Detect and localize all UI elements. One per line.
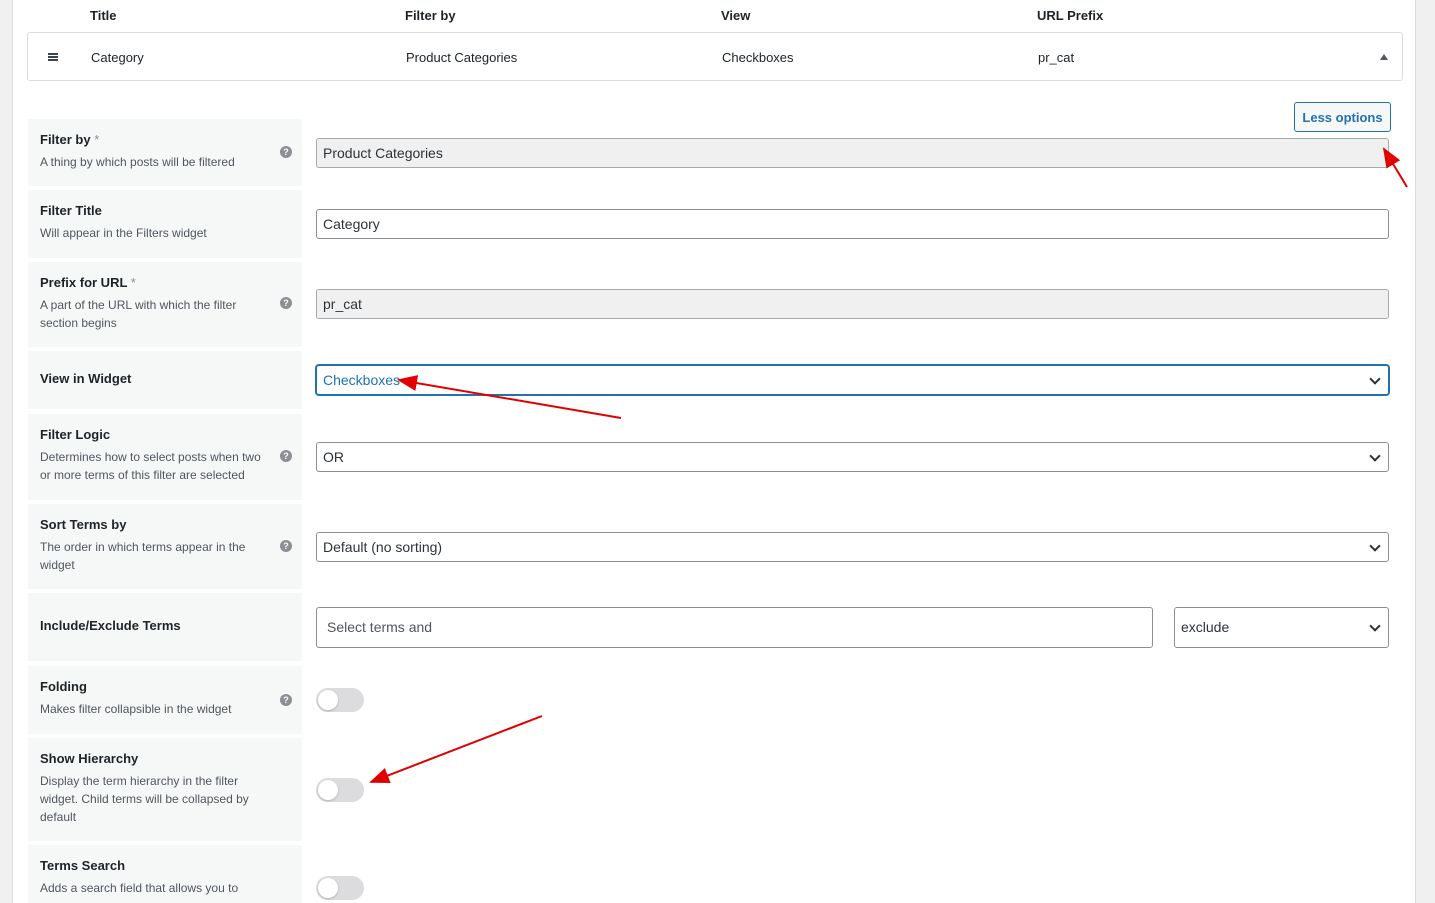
view-in-widget-value: Checkboxes (323, 372, 401, 388)
drag-handle-icon[interactable] (48, 53, 58, 61)
terms-search-label: Terms Search Adds a search field that al… (28, 845, 302, 903)
include-exclude-mode-select[interactable]: exclude (1174, 607, 1389, 648)
row-title: Category (91, 50, 144, 65)
sort-terms-desc: The order in which terms appear in the w… (40, 540, 246, 572)
help-icon[interactable]: ? (280, 297, 292, 309)
scrollbar-track[interactable] (1417, 0, 1435, 903)
filter-by-title: Filter by (40, 132, 91, 147)
filter-row-category[interactable]: Category Product Categories Checkboxes p… (27, 32, 1403, 81)
row-url-prefix: pr_cat (1038, 50, 1075, 65)
prefix-label: Prefix for URL * A part of the URL with … (28, 262, 302, 347)
required-mark: * (130, 275, 136, 290)
help-icon[interactable]: ? (280, 146, 292, 158)
include-exclude-label: Include/Exclude Terms (28, 593, 302, 661)
filter-title-desc: Will appear in the Filters widget (40, 226, 207, 240)
view-in-widget-label: View in Widget (28, 351, 302, 409)
header-url-prefix: URL Prefix (1037, 8, 1104, 23)
folding-toggle[interactable] (316, 688, 364, 712)
sort-terms-value: Default (no sorting) (323, 539, 443, 555)
row-view: Checkboxes (722, 50, 794, 65)
chevron-down-icon (1369, 373, 1381, 385)
help-icon[interactable]: ? (280, 450, 292, 462)
filter-logic-title: Filter Logic (40, 427, 111, 442)
chevron-down-icon (1369, 540, 1381, 552)
required-mark: * (94, 132, 100, 147)
include-exclude-title: Include/Exclude Terms (40, 618, 181, 633)
filter-by-label: Filter by * A thing by which posts will … (28, 119, 302, 186)
filter-title-title: Filter Title (40, 203, 102, 218)
prefix-desc: A part of the URL with which the filter … (40, 298, 237, 330)
filter-logic-select[interactable]: OR (316, 442, 1389, 472)
sort-terms-title: Sort Terms by (40, 517, 127, 532)
view-in-widget-select[interactable]: Checkboxes (316, 365, 1389, 395)
header-title: Title (90, 8, 117, 23)
folding-label: Folding Makes filter collapsible in the … (28, 666, 302, 734)
terms-search-desc: Adds a search field that allows you to (40, 881, 239, 895)
view-in-widget-title: View in Widget (40, 371, 132, 386)
folding-desc: Makes filter collapsible in the widget (40, 702, 232, 716)
collapse-caret-icon[interactable] (1380, 54, 1388, 60)
filters-table-header: Title Filter by View URL Prefix (13, 0, 1415, 32)
header-view: View (721, 8, 751, 23)
filter-logic-value: OR (323, 449, 344, 465)
sort-terms-select[interactable]: Default (no sorting) (316, 532, 1389, 562)
help-icon[interactable]: ? (280, 694, 292, 706)
header-filter-by: Filter by (405, 8, 456, 23)
filter-by-desc: A thing by which posts will be filtered (40, 155, 235, 169)
filter-title-input[interactable]: Category (316, 209, 1389, 239)
filter-by-field[interactable]: Product Categories (316, 138, 1389, 168)
include-exclude-mode-value: exclude (1181, 619, 1230, 635)
sort-terms-label: Sort Terms by The order in which terms a… (28, 504, 302, 589)
filter-settings-panel: Title Filter by View URL Prefix Category… (12, 0, 1416, 903)
terms-select-input[interactable]: Select terms and (316, 607, 1153, 648)
prefix-title: Prefix for URL (40, 275, 128, 290)
terms-search-toggle[interactable] (316, 876, 364, 900)
show-hierarchy-desc: Display the term hierarchy in the filter… (40, 774, 249, 824)
chevron-down-icon (1369, 620, 1381, 632)
terms-search-title: Terms Search (40, 858, 126, 873)
chevron-down-icon (1369, 450, 1381, 462)
show-hierarchy-label: Show Hierarchy Display the term hierarch… (28, 738, 302, 841)
show-hierarchy-toggle[interactable] (316, 778, 364, 802)
folding-title: Folding (40, 679, 87, 694)
filter-title-label: Filter Title Will appear in the Filters … (28, 190, 302, 258)
help-icon[interactable]: ? (280, 540, 292, 552)
row-filter-by: Product Categories (406, 50, 518, 65)
prefix-field[interactable]: pr_cat (316, 289, 1389, 319)
show-hierarchy-title: Show Hierarchy (40, 751, 139, 766)
less-options-button[interactable]: Less options (1294, 102, 1391, 132)
filter-logic-desc: Determines how to select posts when two … (40, 450, 261, 482)
filter-logic-label: Filter Logic Determines how to select po… (28, 414, 302, 500)
